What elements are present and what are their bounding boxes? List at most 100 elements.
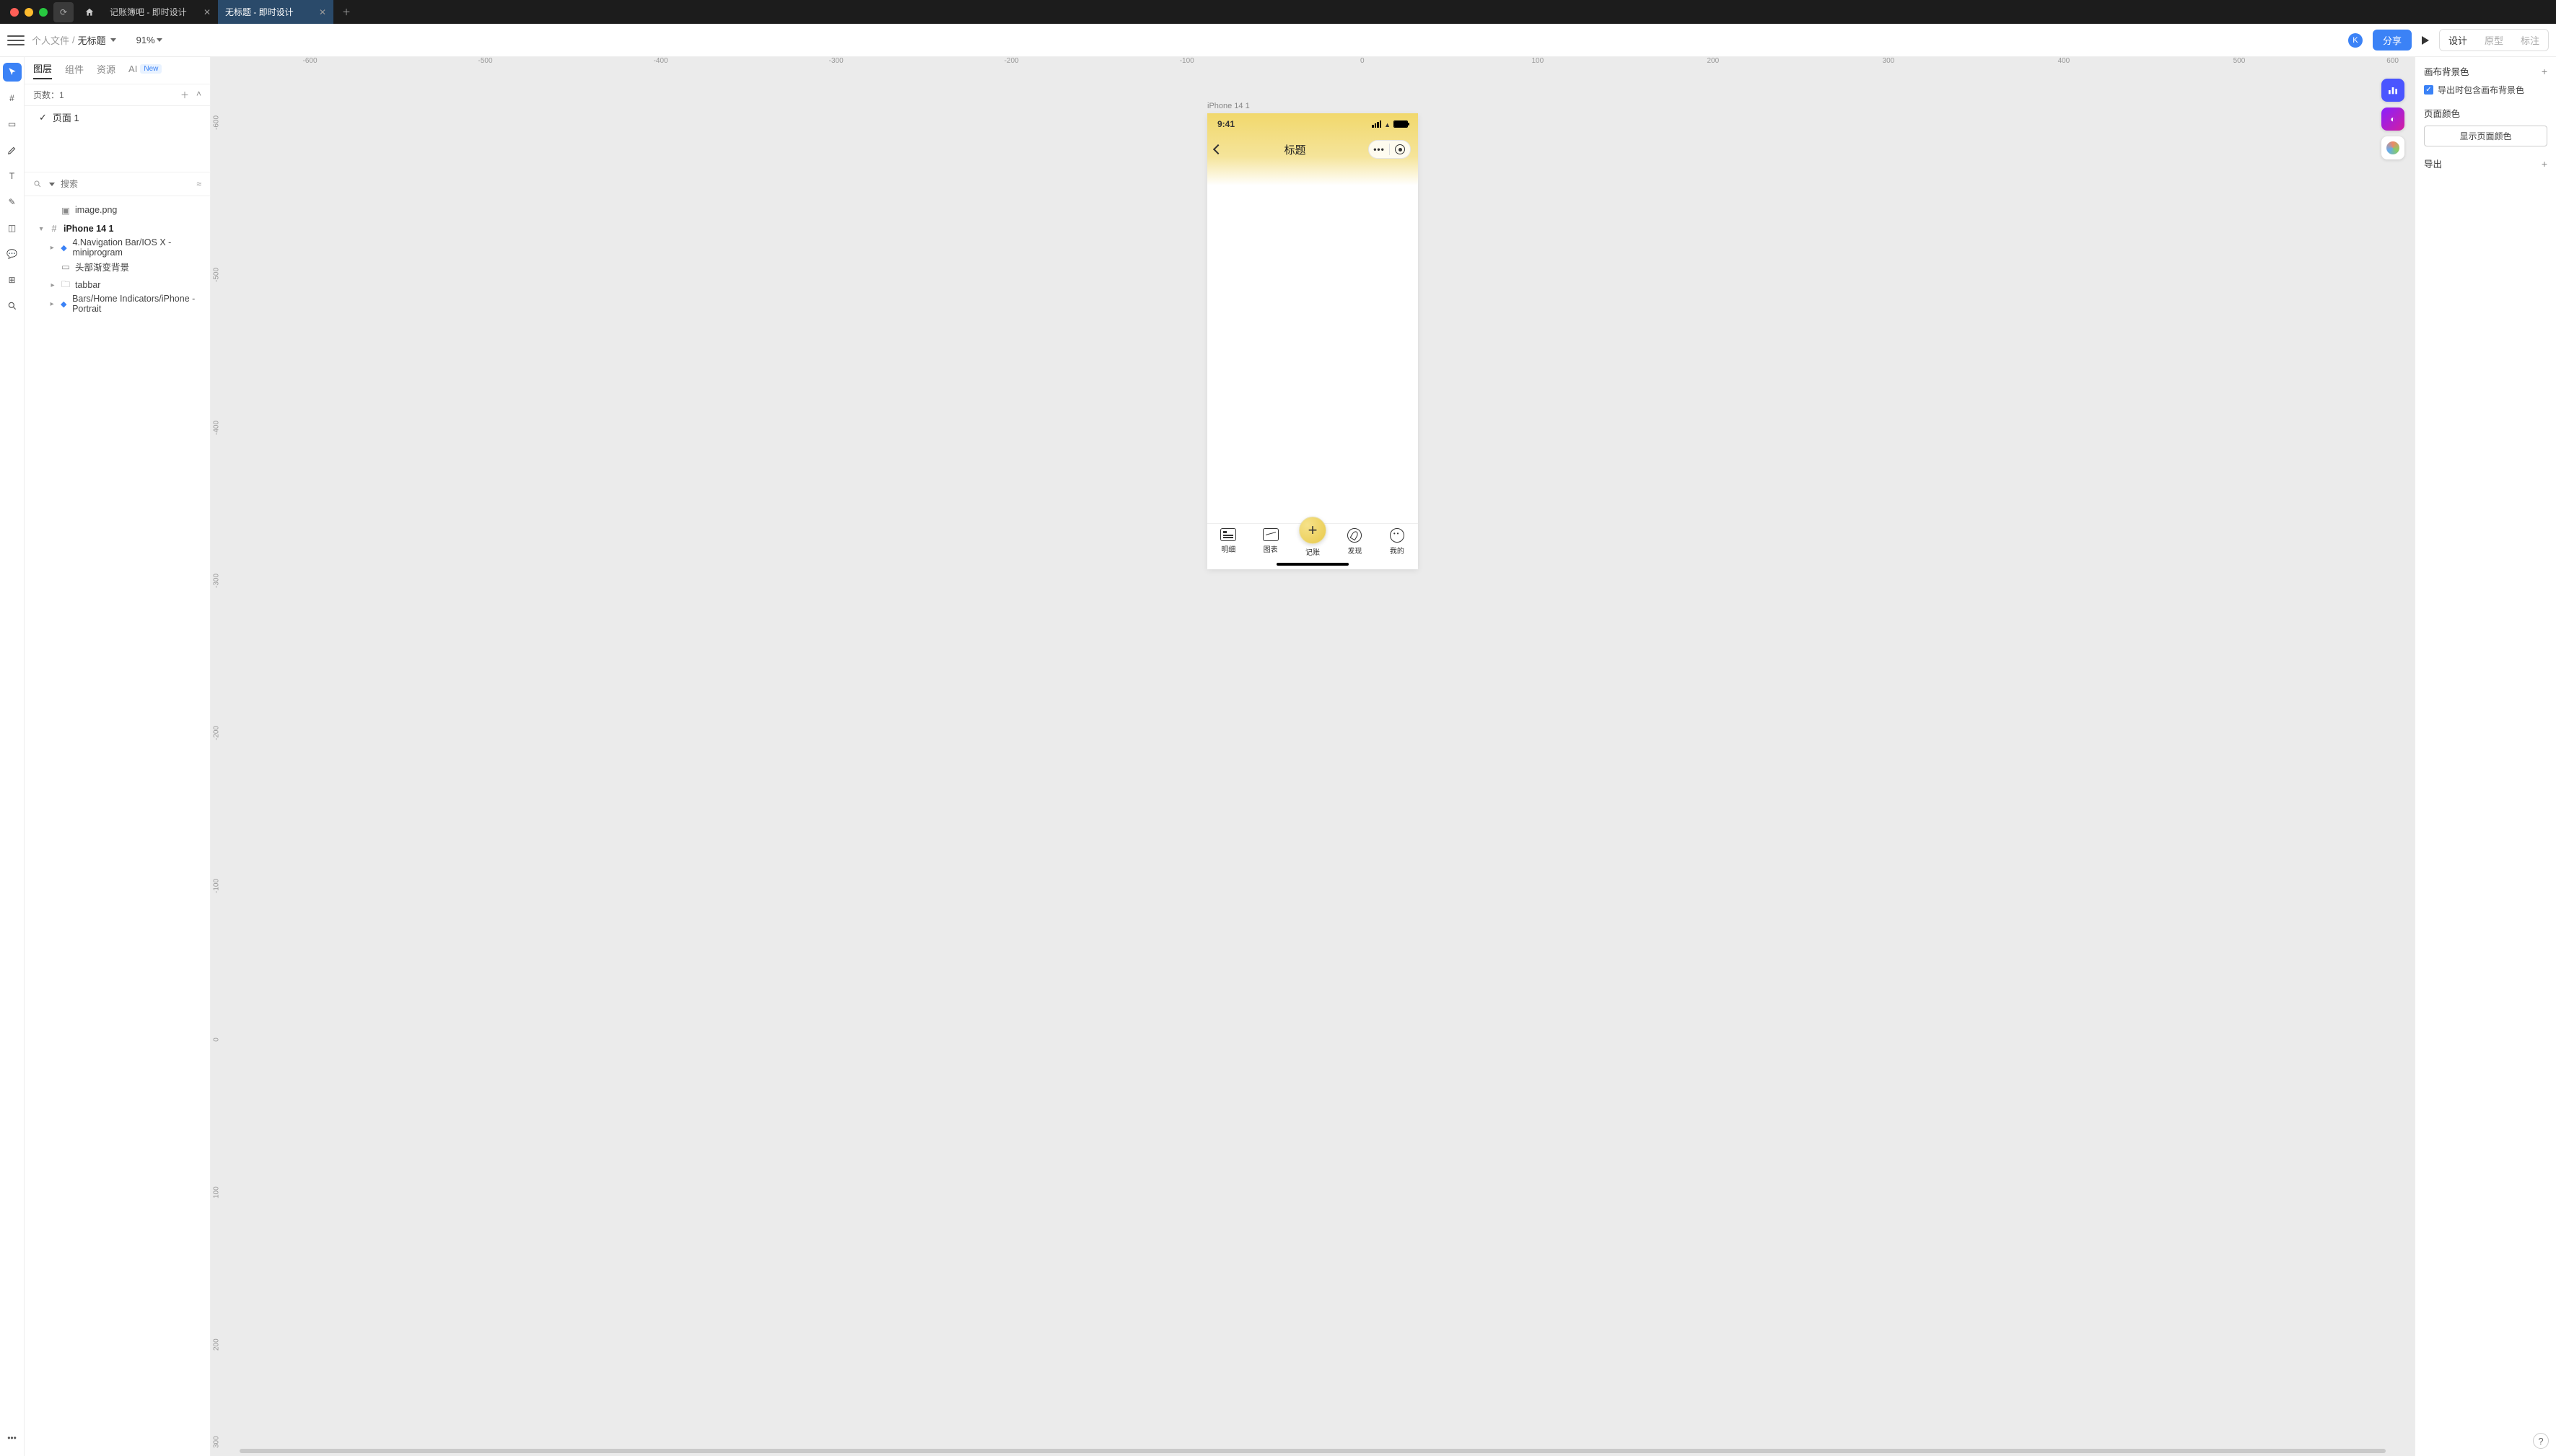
miniprogram-capsule[interactable] bbox=[1368, 140, 1411, 159]
tab-label: 无标题 - 即时设计 bbox=[225, 6, 294, 18]
phone-body bbox=[1207, 185, 1418, 523]
pencil-tool-icon[interactable]: ✎ bbox=[3, 193, 22, 211]
canvas-bg-header: 画布背景色 + bbox=[2424, 64, 2547, 78]
caret-icon[interactable] bbox=[38, 225, 45, 232]
include-bg-row[interactable]: 导出时包含画布背景色 bbox=[2424, 84, 2547, 96]
menu-icon[interactable] bbox=[7, 32, 25, 49]
caret-icon[interactable] bbox=[49, 244, 56, 252]
page-row[interactable]: 页面 1 bbox=[25, 106, 210, 128]
help-icon[interactable]: ? bbox=[2533, 1433, 2549, 1449]
window-maximize[interactable] bbox=[39, 8, 48, 17]
tab-ai[interactable]: AI New bbox=[128, 63, 162, 77]
window-minimize[interactable] bbox=[25, 8, 33, 17]
tab-label: 图表 bbox=[1264, 543, 1278, 554]
avatar[interactable]: K bbox=[2348, 33, 2363, 48]
layer-row-frame[interactable]: iPhone 14 1 bbox=[27, 219, 207, 238]
text-tool-icon[interactable]: T bbox=[3, 167, 22, 185]
layer-label: 头部渐变背景 bbox=[75, 260, 129, 273]
add-icon[interactable]: + bbox=[2542, 66, 2547, 77]
tab-assets[interactable]: 资源 bbox=[97, 62, 115, 79]
tab-add[interactable]: 记账 bbox=[1292, 512, 1334, 557]
canvas-scrollbar[interactable] bbox=[240, 1449, 2386, 1453]
home-icon[interactable] bbox=[79, 2, 100, 22]
slice-tool-icon[interactable]: ◫ bbox=[3, 219, 22, 237]
canvas[interactable]: -600 -500 -400 -300 -200 -100 0 100 200 … bbox=[211, 57, 2415, 1456]
layer-row-nav[interactable]: 4.Navigation Bar/IOS X - miniprogram bbox=[27, 238, 207, 257]
search-tool-icon[interactable] bbox=[3, 297, 22, 315]
tab-layers[interactable]: 图层 bbox=[33, 61, 52, 79]
layer-row-homeind[interactable]: Bars/Home Indicators/iPhone - Portrait bbox=[27, 294, 207, 313]
component-icon bbox=[59, 299, 68, 309]
rectangle-tool-icon[interactable]: ▭ bbox=[3, 115, 22, 133]
add-icon[interactable]: + bbox=[2542, 158, 2547, 170]
pen-tool-icon[interactable] bbox=[3, 141, 22, 159]
tab-prototype[interactable]: 原型 bbox=[2476, 30, 2512, 51]
caret-icon[interactable] bbox=[49, 281, 56, 289]
ruler-vertical: -600 -500 -400 -300 -200 -100 0 100 200 … bbox=[211, 69, 222, 1456]
tab-design[interactable]: 设计 bbox=[2440, 30, 2476, 51]
layer-label: Bars/Home Indicators/iPhone - Portrait bbox=[72, 294, 201, 314]
plugin-swirl-icon[interactable]: ◐ bbox=[2381, 108, 2404, 131]
artboard-iphone[interactable]: 9:41 标题 bbox=[1207, 113, 1418, 569]
breadcrumb[interactable]: 个人文件 / 无标题 bbox=[32, 33, 116, 47]
artboard-label[interactable]: iPhone 14 1 bbox=[1207, 102, 1250, 110]
phone-tabbar: 明细 图表 记账 发现 bbox=[1207, 523, 1418, 569]
search-input[interactable] bbox=[61, 179, 191, 189]
components-icon[interactable]: ⊞ bbox=[3, 271, 22, 289]
tab-components[interactable]: 组件 bbox=[65, 62, 84, 79]
close-icon[interactable]: ✕ bbox=[319, 7, 326, 17]
close-icon[interactable]: ✕ bbox=[203, 7, 211, 17]
window-close[interactable] bbox=[10, 8, 19, 17]
zoom-control[interactable]: 91% bbox=[136, 35, 162, 45]
left-panel: 图层 组件 资源 AI New 页数：1 ＋ ˄ 页面 1 bbox=[25, 57, 211, 1456]
chevron-down-icon[interactable] bbox=[49, 183, 55, 186]
comment-tool-icon[interactable]: 💬 bbox=[3, 245, 22, 263]
more-icon[interactable]: ••• bbox=[3, 1429, 22, 1447]
ruler-tick: -300 bbox=[829, 57, 844, 65]
browser-tab-1[interactable]: 记账簿吧 - 即时设计 ✕ bbox=[102, 0, 218, 24]
tab-chart[interactable]: 图表 bbox=[1249, 524, 1291, 554]
collapse-icon[interactable]: ≈ bbox=[196, 179, 201, 189]
layer-row-tabbar[interactable]: tabbar bbox=[27, 276, 207, 294]
layer-row-image[interactable]: image.png bbox=[27, 201, 207, 219]
ruler-tick: 0 bbox=[213, 1034, 221, 1045]
move-tool-icon[interactable] bbox=[3, 63, 22, 82]
back-icon[interactable] bbox=[1213, 144, 1223, 154]
chevron-down-icon[interactable] bbox=[110, 38, 116, 42]
share-button[interactable]: 分享 bbox=[2373, 30, 2412, 51]
tab-label: 记账 bbox=[1305, 546, 1320, 557]
collapse-icon[interactable]: ˄ bbox=[196, 89, 201, 101]
status-time: 9:41 bbox=[1217, 119, 1235, 129]
ruler-tick: 600 bbox=[2386, 57, 2399, 65]
layer-row-gradient[interactable]: 头部渐变背景 bbox=[27, 257, 207, 276]
image-icon bbox=[61, 205, 71, 215]
tab-label: 明细 bbox=[1221, 543, 1235, 554]
plus-fab-icon[interactable] bbox=[1299, 517, 1326, 544]
floating-plugin-buttons: ◐ bbox=[2381, 79, 2404, 159]
section-title: 页面颜色 bbox=[2424, 106, 2460, 120]
ruler-tick: -500 bbox=[478, 57, 493, 65]
caret-icon[interactable] bbox=[49, 300, 55, 308]
os-titlebar: ⟳ 记账簿吧 - 即时设计 ✕ 无标题 - 即时设计 ✕ ＋ bbox=[0, 0, 2556, 24]
tab-annotate[interactable]: 标注 bbox=[2512, 30, 2548, 51]
layer-label: iPhone 14 1 bbox=[64, 224, 113, 234]
close-target-icon[interactable] bbox=[1390, 144, 1410, 154]
plugin-palette-icon[interactable] bbox=[2381, 136, 2404, 159]
add-page-icon[interactable]: ＋ bbox=[180, 89, 189, 101]
menu-dots-icon[interactable] bbox=[1369, 144, 1389, 154]
new-tab-icon[interactable]: ＋ bbox=[336, 2, 356, 22]
ruler-corner bbox=[211, 57, 222, 69]
tab-discover[interactable]: 发现 bbox=[1334, 524, 1375, 556]
tab-me[interactable]: 我的 bbox=[1376, 524, 1418, 556]
ruler-tick: 0 bbox=[1360, 57, 1365, 65]
play-icon[interactable] bbox=[2422, 36, 2429, 45]
ruler-tick: -100 bbox=[1180, 57, 1194, 65]
show-page-color-button[interactable]: 显示页面颜色 bbox=[2424, 126, 2547, 146]
browser-tab-2[interactable]: 无标题 - 即时设计 ✕ bbox=[218, 0, 333, 24]
plugin-chart-icon[interactable] bbox=[2381, 79, 2404, 102]
layer-label: 4.Navigation Bar/IOS X - miniprogram bbox=[72, 237, 201, 258]
reload-icon[interactable]: ⟳ bbox=[53, 2, 74, 22]
tab-detail[interactable]: 明细 bbox=[1207, 524, 1249, 554]
frame-tool-icon[interactable]: # bbox=[3, 89, 22, 108]
checkbox-checked-icon[interactable] bbox=[2424, 85, 2433, 95]
